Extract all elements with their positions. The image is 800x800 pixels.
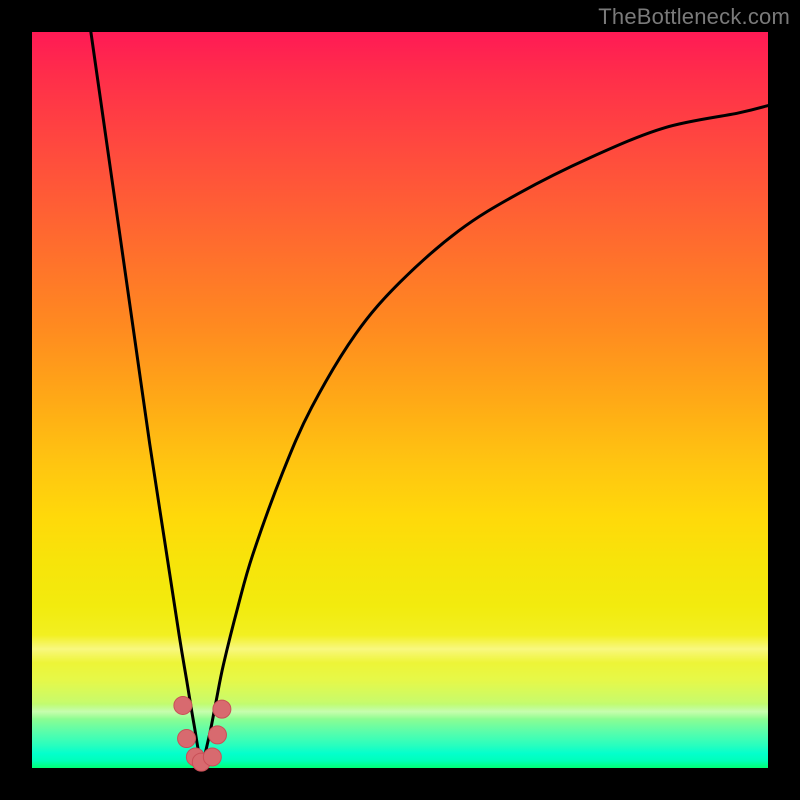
chart-frame: TheBottleneck.com bbox=[0, 0, 800, 800]
marker-point bbox=[208, 726, 226, 744]
marker-point bbox=[213, 700, 231, 718]
marker-point bbox=[203, 748, 221, 766]
bottleneck-curve bbox=[91, 32, 768, 761]
marker-point bbox=[178, 730, 196, 748]
marker-point bbox=[174, 696, 192, 714]
chart-svg bbox=[32, 32, 768, 768]
marker-group bbox=[174, 696, 231, 771]
watermark-text: TheBottleneck.com bbox=[598, 4, 790, 30]
